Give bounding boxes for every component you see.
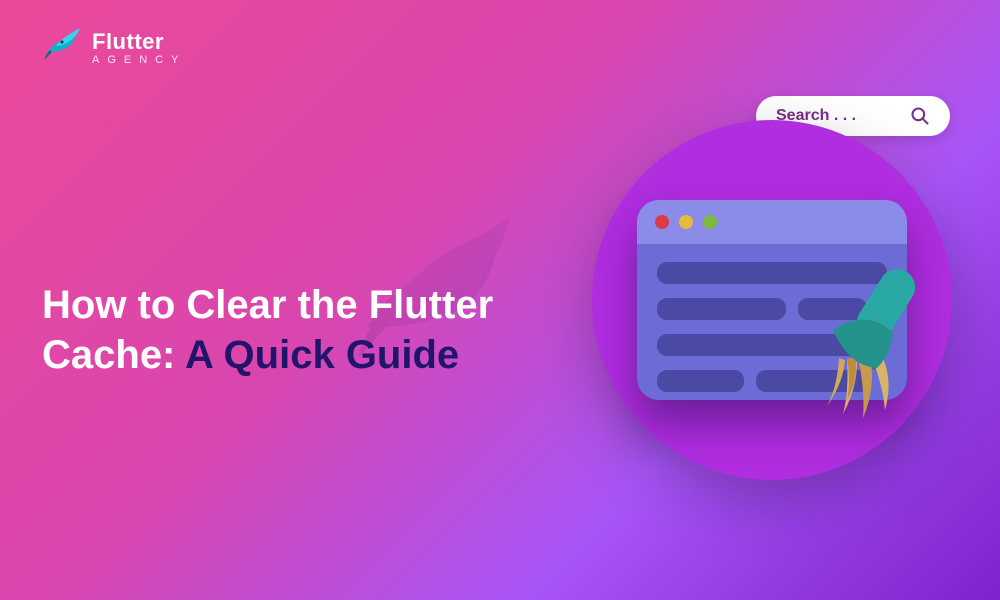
traffic-light-maximize-icon	[703, 215, 717, 229]
search-icon	[910, 106, 930, 126]
logo-text-top: Flutter	[92, 31, 186, 53]
illustration-backdrop	[592, 120, 952, 480]
headline-line2-part2: A Quick Guide	[185, 333, 459, 377]
logo-text: Flutter AGENCY	[92, 31, 186, 66]
article-title: How to Clear the Flutter Cache: A Quick …	[42, 280, 493, 380]
brand-logo: Flutter AGENCY	[36, 24, 186, 72]
content-bar	[657, 298, 786, 320]
browser-window-illustration	[637, 200, 907, 400]
traffic-light-close-icon	[655, 215, 669, 229]
content-bar	[657, 370, 744, 392]
headline-line1: How to Clear the Flutter	[42, 280, 493, 330]
traffic-light-minimize-icon	[679, 215, 693, 229]
browser-titlebar	[637, 200, 907, 244]
headline-line2-part1: Cache:	[42, 333, 175, 377]
logo-text-bottom: AGENCY	[92, 55, 186, 66]
brush-icon	[783, 258, 933, 438]
hummingbird-icon	[36, 24, 84, 72]
